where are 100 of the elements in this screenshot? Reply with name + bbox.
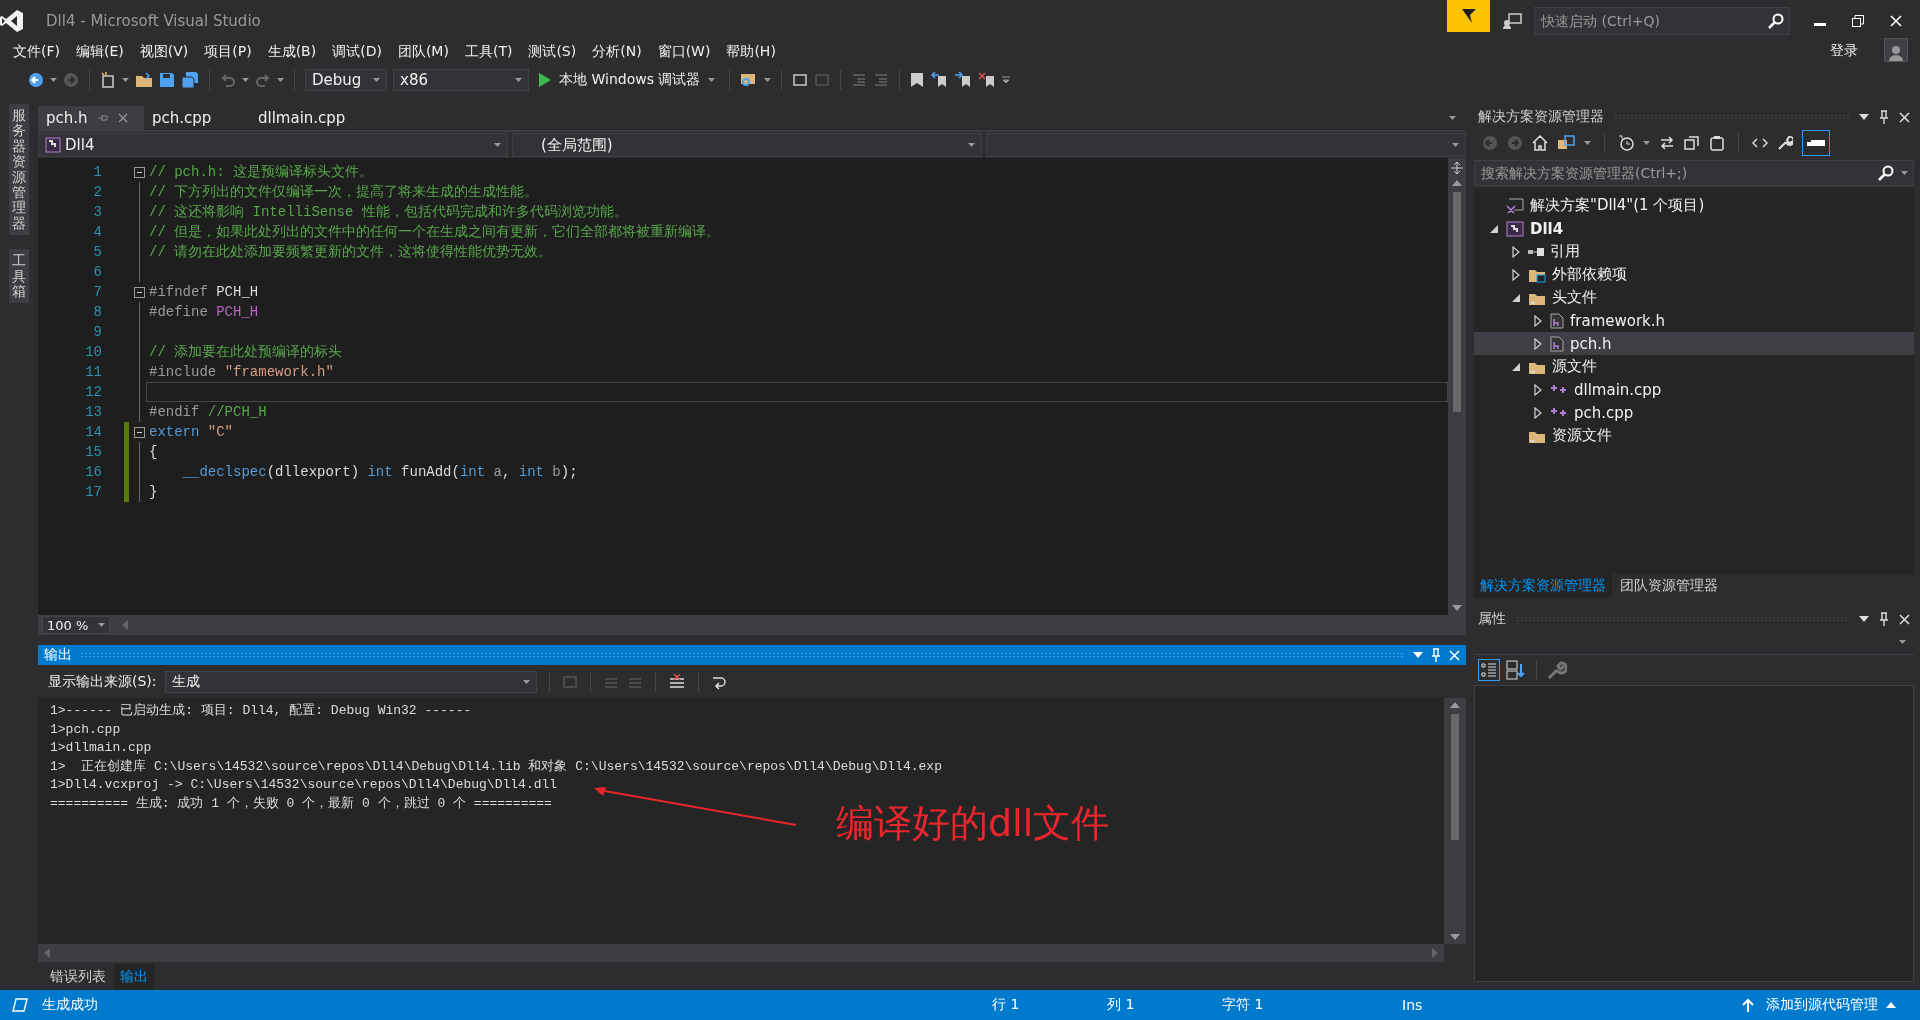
alphabetical-icon[interactable] [1506, 660, 1526, 680]
collapsed-arrow-icon[interactable] [1534, 406, 1542, 419]
panel-menu-icon[interactable] [1413, 652, 1423, 658]
menu-item[interactable]: 编辑(E) [71, 43, 135, 61]
scroll-down-icon[interactable] [1452, 605, 1462, 611]
bookmark-icon[interactable] [910, 72, 925, 88]
dropdown-caret-icon[interactable] [242, 78, 249, 82]
source-control-button[interactable]: 添加到源代码管理 [1766, 996, 1878, 1014]
scroll-up-icon[interactable] [1450, 702, 1460, 708]
platform-dropdown[interactable]: x86 [393, 69, 529, 91]
properties-wrench-icon[interactable] [1777, 135, 1793, 151]
dropdown-caret-icon[interactable] [373, 78, 380, 82]
tab-close-icon[interactable] [117, 113, 128, 123]
show-all-files-icon[interactable] [1709, 135, 1725, 151]
categorized-icon[interactable] [1480, 661, 1498, 679]
clear-all-icon[interactable] [667, 673, 686, 690]
solution-search-field[interactable]: 搜索解决方案资源管理器(Ctrl+;) [1474, 160, 1914, 186]
menu-item[interactable]: 视图(V) [134, 43, 200, 61]
dropdown-caret-icon[interactable] [494, 143, 501, 147]
refresh-icon[interactable] [1659, 135, 1675, 151]
close-icon[interactable] [1899, 111, 1910, 123]
flag-icon[interactable] [1459, 7, 1478, 25]
up-arrow-icon[interactable] [1742, 998, 1754, 1012]
close-icon[interactable] [1899, 613, 1910, 625]
back-icon[interactable] [28, 72, 44, 88]
run-debugger-button[interactable]: 本地 Windows 调试器 [535, 69, 720, 91]
menu-item[interactable]: 帮助(H) [721, 43, 787, 61]
undo-icon[interactable] [220, 72, 236, 88]
tree-item[interactable]: dllmain.cpp [1474, 378, 1914, 401]
dropdown-caret-icon[interactable] [1584, 141, 1591, 145]
collapsed-arrow-icon[interactable] [1534, 337, 1542, 350]
editor-tab[interactable]: pch.h [38, 106, 144, 130]
menu-item[interactable]: 生成(B) [262, 43, 328, 61]
search-icon[interactable] [1768, 13, 1784, 29]
comment-out-icon[interactable] [792, 72, 809, 88]
feedback-button[interactable] [1447, 0, 1490, 32]
sync-views-icon[interactable] [1557, 135, 1575, 151]
scope-dropdown[interactable]: (全局范围) [512, 133, 982, 157]
tree-item[interactable]: 资源文件 [1474, 424, 1914, 447]
dropdown-caret-icon[interactable] [522, 679, 530, 684]
expanded-arrow-icon[interactable] [1511, 361, 1521, 372]
panel-menu-icon[interactable] [1859, 616, 1869, 622]
dropdown-caret-icon[interactable] [968, 143, 975, 147]
panel-menu-icon[interactable] [1859, 114, 1869, 120]
open-folder-icon[interactable] [135, 72, 153, 88]
dropdown-caret-icon[interactable] [122, 78, 129, 82]
project-dropdown[interactable]: Dll4 [38, 133, 508, 157]
overflow-icon[interactable] [1002, 76, 1011, 84]
dropdown-caret-icon[interactable] [708, 78, 716, 82]
dropdown-caret-icon[interactable] [1899, 640, 1906, 644]
editor-tab[interactable]: dllmain.cpp [250, 106, 356, 130]
menu-item[interactable]: 团队(M) [392, 43, 460, 61]
new-project-icon[interactable] [100, 72, 116, 88]
tree-item[interactable]: 引用 [1474, 240, 1914, 263]
output-source-dropdown[interactable]: 生成 [164, 670, 537, 693]
dropdown-caret-icon[interactable] [764, 78, 772, 82]
scroll-down-icon[interactable] [1450, 934, 1460, 940]
feedback-chat-icon[interactable] [1502, 12, 1522, 30]
restore-icon[interactable] [1852, 15, 1864, 27]
sign-in-link[interactable]: 登录 [1830, 42, 1858, 60]
home-icon[interactable] [1532, 135, 1548, 151]
tree-item[interactable]: pch.h [1474, 332, 1914, 355]
tree-item[interactable]: 源文件 [1474, 355, 1914, 378]
dropdown-caret-icon[interactable] [50, 78, 57, 82]
scrollbar-thumb[interactable] [1451, 714, 1459, 840]
save-icon[interactable] [159, 72, 175, 88]
tree-item[interactable]: 头文件 [1474, 286, 1914, 309]
previous-bookmark-icon[interactable] [930, 72, 949, 88]
scroll-up-icon[interactable] [1452, 180, 1462, 186]
zoom-dropdown[interactable]: 100 % [42, 616, 111, 634]
expanded-arrow-icon[interactable] [1511, 292, 1521, 303]
expanded-arrow-icon[interactable] [1489, 223, 1499, 234]
dropdown-caret-icon[interactable] [515, 78, 522, 82]
menu-item[interactable]: 调试(D) [327, 43, 393, 61]
caret-up-icon[interactable] [1886, 1002, 1896, 1008]
split-icon[interactable] [1451, 162, 1463, 174]
redo-icon[interactable] [255, 72, 271, 88]
tree-item[interactable]: framework.h [1474, 309, 1914, 332]
collapsed-arrow-icon[interactable] [1534, 383, 1542, 396]
collapsed-arrow-icon[interactable] [1534, 314, 1542, 327]
dropdown-caret-icon[interactable] [1901, 171, 1908, 175]
menu-item[interactable]: 文件(F) [8, 43, 71, 61]
dropdown-caret-icon[interactable] [98, 623, 106, 627]
save-all-icon[interactable] [181, 72, 199, 88]
fold-toggle-icon[interactable] [133, 286, 145, 298]
history-icon[interactable] [1618, 135, 1634, 151]
menu-item[interactable]: 工具(T) [459, 43, 524, 61]
panel-tab[interactable]: 错误列表 [44, 964, 112, 990]
menu-item[interactable]: 测试(S) [523, 43, 588, 61]
fold-toggle-icon[interactable] [133, 426, 145, 438]
panel-tab[interactable]: 输出 [114, 964, 154, 990]
tree-item[interactable]: 外部依赖项 [1474, 263, 1914, 286]
tab-list-caret-icon[interactable] [1449, 116, 1456, 120]
clear-bookmarks-icon[interactable] [978, 72, 997, 88]
next-bookmark-icon[interactable] [954, 72, 973, 88]
scrollbar-thumb[interactable] [1453, 192, 1461, 412]
dropdown-caret-icon[interactable] [1643, 141, 1650, 145]
quick-launch-field[interactable]: 快速启动 (Ctrl+Q) [1534, 7, 1790, 35]
tree-item[interactable]: 解决方案"Dll4"(1 个项目) [1474, 194, 1914, 217]
editor-tab[interactable]: pch.cpp [144, 106, 250, 130]
